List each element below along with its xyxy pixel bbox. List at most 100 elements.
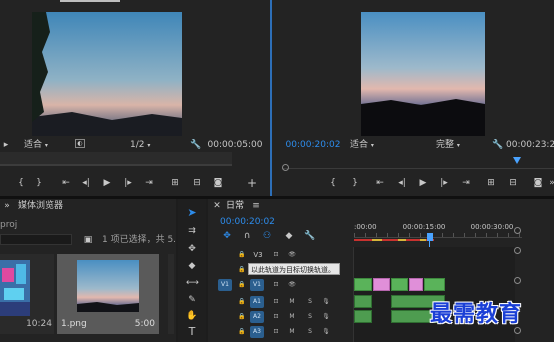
program-video-frame (361, 12, 485, 136)
video-clip-3[interactable] (391, 278, 408, 291)
timeline-settings-icon[interactable]: 🔧 (304, 230, 316, 242)
insert-icon[interactable]: ⊞ (168, 177, 182, 189)
timeline-playhead-head[interactable] (427, 233, 433, 241)
lock-icon[interactable]: 🔒 (236, 264, 248, 276)
lock-icon[interactable]: 🔒 (236, 296, 248, 308)
eye-icon[interactable]: 👁 (286, 249, 298, 261)
lock-icon[interactable]: 🔒 (236, 249, 248, 261)
audio-clip-1[interactable] (354, 295, 372, 308)
more-icon[interactable]: » (548, 177, 554, 189)
timeline-ruler[interactable]: :00:00 00:00:15:00 00:00:30:00 (354, 221, 522, 243)
go-to-in-icon[interactable]: ⇤ (60, 177, 72, 189)
step-forward-icon[interactable]: |▸ (122, 177, 134, 189)
lock-icon[interactable]: 🔒 (236, 311, 248, 323)
video-clip-4[interactable] (409, 278, 423, 291)
step-back-icon[interactable]: ◂| (80, 177, 92, 189)
media-thumbnail-2[interactable]: 1.png 5:00 (57, 254, 159, 334)
source-duration-timecode: 00:00:05:00 (207, 140, 263, 150)
lock-icon[interactable]: 🔒 (236, 279, 248, 291)
pen-tool-icon[interactable]: ✎ (186, 294, 198, 306)
sync-lock-icon[interactable]: ⊡ (270, 249, 282, 261)
mute-button[interactable]: M (286, 326, 298, 338)
add-button-icon[interactable]: + (246, 177, 258, 189)
source-resolution-select[interactable]: 1/2 ▾ (130, 139, 162, 152)
track-target-v1[interactable]: V1 (250, 279, 264, 291)
ripple-edit-tool-icon[interactable]: ✥ (186, 243, 198, 255)
sync-lock-icon[interactable]: ⊡ (270, 326, 282, 338)
video-clip-2[interactable] (373, 278, 390, 291)
hand-tool-icon[interactable]: ✋ (186, 310, 198, 322)
slip-tool-icon[interactable]: ⟷ (186, 277, 199, 289)
source-position-indicator[interactable]: ▸ (0, 139, 12, 151)
lift-icon[interactable]: ⊞ (484, 177, 498, 189)
sync-lock-icon[interactable]: ⊡ (270, 311, 282, 323)
tab-media-browser[interactable]: 媒体浏览器 (18, 200, 66, 212)
audio-clip-3[interactable] (354, 310, 372, 323)
go-to-out-icon[interactable]: ⇥ (143, 177, 155, 189)
mark-in-icon[interactable]: { (328, 177, 338, 189)
ruler-label-0: :00:00 (354, 223, 377, 231)
step-back-icon[interactable]: ◂| (396, 177, 408, 189)
program-quality-select[interactable]: 完整 ▾ (436, 139, 472, 152)
play-icon[interactable]: ▶ (417, 177, 429, 189)
export-frame-icon[interactable]: ◙ (532, 177, 544, 189)
go-to-in-icon[interactable]: ⇤ (374, 177, 386, 189)
mark-out-icon[interactable]: } (350, 177, 360, 189)
extract-icon[interactable]: ⊟ (506, 177, 520, 189)
sequence-menu-icon[interactable]: ≡ (252, 200, 260, 212)
microphone-icon[interactable]: 🎙 (320, 311, 332, 323)
snap-icon[interactable]: ∩ (242, 230, 252, 242)
timeline-vertical-scrollbar[interactable] (514, 247, 521, 342)
lock-icon[interactable]: 🔒 (236, 326, 248, 338)
solo-button[interactable]: S (304, 326, 316, 338)
eye-icon[interactable]: 👁 (286, 279, 298, 291)
timeline-timecode[interactable]: 00:00:20:02 (220, 216, 280, 228)
project-scrollbar[interactable] (168, 254, 174, 334)
play-icon[interactable]: ▶ (101, 177, 113, 189)
track-target-a3[interactable]: A3 (250, 326, 264, 338)
mute-button[interactable]: M (286, 296, 298, 308)
solo-button[interactable]: S (304, 311, 316, 323)
tab-sequence[interactable]: 日常 (226, 200, 250, 212)
mark-in-icon[interactable]: { (16, 177, 26, 189)
ruler-zoom-circle-top[interactable] (514, 227, 521, 234)
sync-lock-icon[interactable]: ⊡ (270, 296, 282, 308)
go-to-out-icon[interactable]: ⇥ (460, 177, 472, 189)
source-patch-v1[interactable]: V1 (218, 279, 232, 291)
track-target-a1[interactable]: A1 (250, 296, 264, 308)
nest-icon[interactable]: ✥ (222, 230, 232, 242)
camera-icon[interactable]: ◙ (212, 177, 224, 189)
project-search-input[interactable] (0, 234, 72, 245)
source-settings-icon[interactable]: ◐ (75, 139, 85, 148)
linked-selection-icon[interactable]: ⚇ (262, 230, 272, 242)
source-fit-select[interactable]: 适合 ▾ (24, 139, 60, 152)
sync-lock-icon[interactable]: ⊡ (270, 279, 282, 291)
program-playhead-marker[interactable] (513, 157, 521, 164)
video-clip-5[interactable] (424, 278, 445, 291)
solo-button[interactable]: S (304, 296, 316, 308)
mark-out-icon[interactable]: } (34, 177, 44, 189)
track-target-a2[interactable]: A2 (250, 311, 264, 323)
track-select-tool-icon[interactable]: ⇉ (186, 225, 198, 237)
folder-icon[interactable]: ▣ (82, 234, 94, 246)
razor-tool-icon[interactable]: ◆ (186, 260, 198, 272)
close-icon[interactable]: ✕ (212, 200, 222, 212)
wrench-icon[interactable]: 🔧 (190, 139, 202, 151)
program-current-timecode[interactable]: 00:00:20:02 (284, 139, 342, 151)
add-marker-icon[interactable]: ◆ (284, 230, 294, 242)
program-fit-select[interactable]: 适合 ▾ (350, 139, 386, 152)
scroll-circle-top[interactable] (514, 247, 521, 254)
microphone-icon[interactable]: 🎙 (320, 296, 332, 308)
step-forward-icon[interactable]: |▸ (438, 177, 450, 189)
media-thumbnail-1[interactable]: 10:24 (0, 254, 54, 334)
scroll-circle-bottom[interactable] (514, 327, 521, 334)
microphone-icon[interactable]: 🎙 (320, 326, 332, 338)
video-clip-1[interactable] (354, 278, 372, 291)
overwrite-icon[interactable]: ⊟ (190, 177, 204, 189)
wrench-icon[interactable]: 🔧 (492, 139, 504, 151)
selection-tool-icon[interactable]: ➤ (186, 207, 198, 219)
mute-button[interactable]: M (286, 311, 298, 323)
panel-menu-icon[interactable]: » (0, 200, 14, 212)
type-tool-icon[interactable]: T (186, 326, 198, 338)
scroll-circle-mid[interactable] (514, 277, 521, 284)
